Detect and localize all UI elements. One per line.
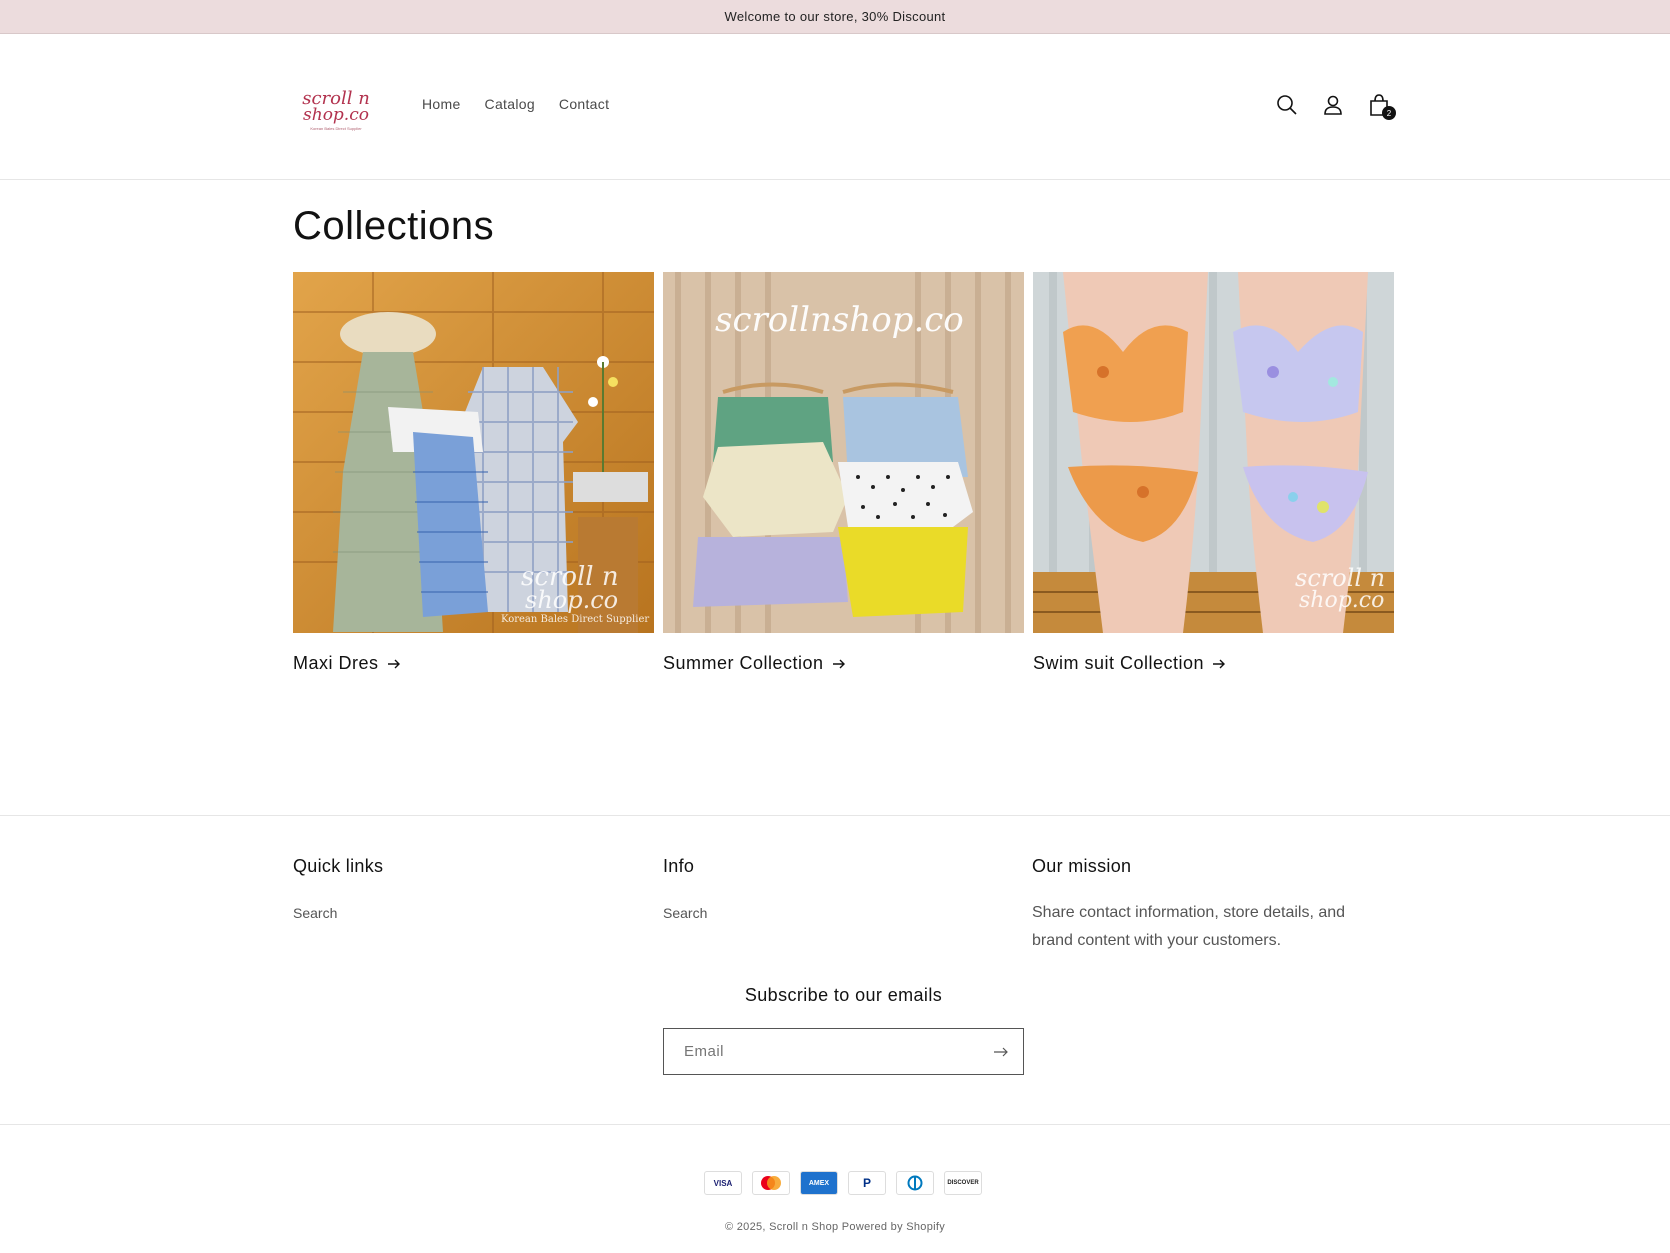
footer-heading-mission: Our mission xyxy=(1032,856,1132,876)
watermark-line2: shop.co xyxy=(1299,588,1385,613)
amex-icon: AMEX xyxy=(800,1171,838,1195)
footer-info: Info Search xyxy=(663,856,707,921)
page-title: Collections xyxy=(293,204,495,248)
footer-heading-quick-links: Quick links xyxy=(293,856,384,876)
diners-club-icon xyxy=(896,1171,934,1195)
footer-heading-info: Info xyxy=(663,856,695,876)
collection-title-summer[interactable]: Summer Collection xyxy=(663,653,1024,674)
collection-card-swimsuit[interactable]: scroll n shop.co Swim suit Collection xyxy=(1033,272,1394,674)
email-input[interactable] xyxy=(684,1043,964,1060)
watermark-line2: shop.co xyxy=(525,586,619,614)
collections-grid: scroll n shop.co Korean Bales Direct Sup… xyxy=(293,272,1394,674)
arrow-right-icon[interactable] xyxy=(993,1046,1009,1058)
cart-icon[interactable]: 2 xyxy=(1366,92,1396,120)
mastercard-icon xyxy=(752,1171,790,1195)
account-icon[interactable] xyxy=(1320,92,1346,118)
watermark-neon-sign: scrollnshop.co xyxy=(715,300,964,340)
search-icon[interactable] xyxy=(1274,92,1300,118)
collection-title-text: Swim suit Collection xyxy=(1033,653,1205,673)
arrow-right-icon xyxy=(387,659,400,668)
logo-tagline: Korean Bales Direct Supplier xyxy=(310,125,362,131)
footer-quick-links: Quick links Search xyxy=(293,856,383,921)
newsletter-form xyxy=(663,1028,1024,1075)
cart-count-badge: 2 xyxy=(1382,106,1396,120)
nav-home[interactable]: Home xyxy=(422,96,461,112)
logo-text-line2: shop.co xyxy=(303,104,369,125)
collection-card-maxi-dres[interactable]: scroll n shop.co Korean Bales Direct Sup… xyxy=(293,272,654,674)
site-header: scroll n shop.co Korean Bales Direct Sup… xyxy=(0,34,1670,180)
main-nav: Home Catalog Contact xyxy=(422,96,609,112)
nav-catalog[interactable]: Catalog xyxy=(485,96,535,112)
newsletter-section: Subscribe to our emails xyxy=(663,985,1024,1075)
footer-mission-text: Share contact information, store details… xyxy=(1032,904,1346,949)
nav-contact[interactable]: Contact xyxy=(559,96,609,112)
collection-title-maxi-dres[interactable]: Maxi Dres xyxy=(293,653,654,674)
collection-title-swimsuit[interactable]: Swim suit Collection xyxy=(1033,653,1394,674)
arrow-right-icon xyxy=(1213,659,1226,668)
watermark-subtitle: Korean Bales Direct Supplier xyxy=(501,614,650,625)
discover-icon: DISCOVER xyxy=(944,1171,982,1195)
paypal-icon: P xyxy=(848,1171,886,1195)
visa-icon: VISA xyxy=(704,1171,742,1195)
footer: Quick links Search Info Search Our missi… xyxy=(0,815,1670,949)
payment-methods: VISA AMEX P DISCOVER xyxy=(704,1171,982,1195)
collection-image-maxi-dres[interactable]: scroll n shop.co Korean Bales Direct Sup… xyxy=(293,272,654,633)
copyright-text: © 2025, Scroll n Shop Powered by Shopify xyxy=(724,1221,946,1233)
arrow-right-icon xyxy=(832,659,845,668)
newsletter-heading: Subscribe to our emails xyxy=(744,985,943,1005)
footer-bottom: VISA AMEX P DISCOVER © 2025, Scroll n Sh… xyxy=(0,1124,1670,1233)
footer-mission: Our mission Share contact information, s… xyxy=(1032,856,1372,955)
collection-card-summer[interactable]: scrollnshop.co Summer Collection xyxy=(663,272,1024,674)
footer-link-search[interactable]: Search xyxy=(293,905,383,921)
collection-image-summer[interactable]: scrollnshop.co xyxy=(663,272,1024,633)
announcement-bar: Welcome to our store, 30% Discount xyxy=(0,0,1670,34)
logo-text-line1: scroll n xyxy=(302,87,370,109)
collection-title-text: Summer Collection xyxy=(663,653,824,673)
collection-title-text: Maxi Dres xyxy=(293,653,379,673)
collection-image-swimsuit[interactable]: scroll n shop.co xyxy=(1033,272,1394,633)
announcement-text: Welcome to our store, 30% Discount xyxy=(724,9,946,24)
footer-link-search[interactable]: Search xyxy=(663,905,707,921)
store-logo[interactable]: scroll n shop.co Korean Bales Direct Sup… xyxy=(296,82,376,138)
header-icons: 2 xyxy=(1274,92,1396,120)
